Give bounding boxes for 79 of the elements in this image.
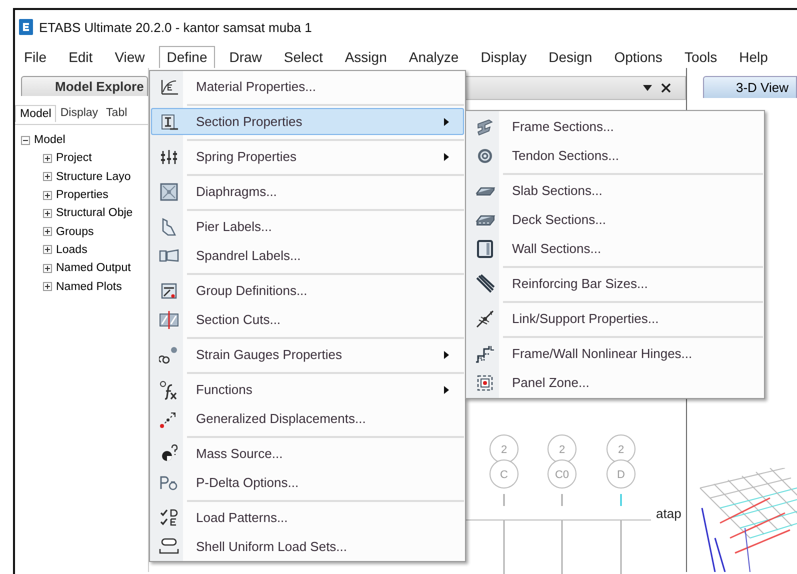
- menu-item[interactable]: Load Patterns...: [151, 503, 464, 532]
- tree-item[interactable]: Model: [34, 134, 66, 146]
- menu-item[interactable]: Edit: [60, 46, 101, 68]
- checklist-icon: [158, 508, 178, 528]
- menu-item[interactable]: Options: [606, 46, 670, 68]
- tree-item[interactable]: Structure Layo: [56, 170, 131, 183]
- group-icon: [158, 280, 178, 300]
- expand-icon[interactable]: [43, 154, 52, 163]
- tree-item[interactable]: Loads: [56, 244, 88, 256]
- expand-icon[interactable]: [43, 172, 52, 182]
- menu-item[interactable]: Diaphragms...: [151, 177, 464, 206]
- menu-item[interactable]: Reinforcing Bar Sizes...: [467, 269, 763, 298]
- tab[interactable]: Tabl: [102, 105, 132, 121]
- menu-item[interactable]: Link/Support Properties...: [467, 304, 763, 333]
- menu-item[interactable]: Define: [158, 46, 216, 68]
- close-icon[interactable]: [661, 83, 671, 93]
- beam-icon: [474, 116, 494, 136]
- menu-item[interactable]: Wall Sections...: [467, 234, 763, 263]
- expand-icon[interactable]: [43, 208, 52, 218]
- level-label: atap: [656, 506, 682, 521]
- diaphragm-icon: [158, 182, 178, 202]
- tree-item[interactable]: Named Plots: [56, 280, 122, 293]
- beam-section-icon: [158, 112, 178, 132]
- app-logo-icon: [19, 19, 33, 35]
- menu-item[interactable]: Assign: [336, 46, 395, 68]
- menu-item[interactable]: Section Properties: [151, 108, 464, 135]
- window-title: ETABS Ultimate 20.2.0 - kantor samsat muba 1: [39, 20, 312, 34]
- expand-icon[interactable]: [43, 282, 52, 292]
- panel-tab[interactable]: Model Explore: [21, 76, 148, 96]
- expand-icon[interactable]: [43, 227, 52, 236]
- menu-item[interactable]: Section Cuts...: [151, 305, 464, 334]
- menu-item[interactable]: Display: [472, 46, 535, 68]
- tab[interactable]: Model: [15, 104, 56, 122]
- menu-item[interactable]: Tendon Sections...: [467, 141, 763, 170]
- menu-item[interactable]: Slab Sections...: [467, 176, 763, 205]
- menu-item[interactable]: Tools: [676, 46, 726, 68]
- tree-item[interactable]: Project: [56, 152, 92, 164]
- menu-item[interactable]: View: [106, 46, 153, 68]
- menu-item[interactable]: Select: [276, 46, 331, 68]
- dropdown-icon[interactable]: [643, 85, 652, 91]
- menu-item[interactable]: Draw: [221, 46, 270, 68]
- menu-item[interactable]: Panel Zone...: [467, 368, 763, 397]
- menu-item[interactable]: Group Definitions...: [151, 276, 464, 305]
- menu-item[interactable]: Functions: [151, 375, 464, 404]
- menu-item[interactable]: Pier Labels...: [151, 212, 464, 241]
- link-icon: [474, 308, 494, 328]
- tree-item[interactable]: Structural Obje: [56, 207, 133, 220]
- tree-item[interactable]: Groups: [56, 226, 94, 238]
- menu-item[interactable]: Spandrel Labels...: [151, 241, 464, 270]
- menu-item[interactable]: Frame/Wall Nonlinear Hinges...: [467, 339, 763, 368]
- expand-icon[interactable]: [43, 264, 52, 273]
- rebar-icon: [474, 274, 494, 294]
- function-icon: [158, 380, 178, 400]
- menu-item[interactable]: Help: [731, 46, 776, 68]
- menu-item[interactable]: Generalized Displacements...: [151, 404, 464, 433]
- menu-item[interactable]: Frame Sections...: [467, 112, 763, 141]
- hinge-icon: [474, 344, 494, 364]
- menu-item[interactable]: Shell Uniform Load Sets...: [151, 532, 464, 561]
- wall-icon: [474, 238, 494, 258]
- menu-item[interactable]: Analyze: [400, 46, 467, 68]
- menu-item[interactable]: Strain Gauges Properties: [151, 340, 464, 369]
- tree-item[interactable]: Named Output: [56, 262, 131, 274]
- menu-item[interactable]: P-Delta Options...: [151, 468, 464, 497]
- menu-item[interactable]: Mass Source...: [151, 439, 464, 468]
- expand-icon[interactable]: [43, 190, 52, 200]
- menu-item[interactable]: Deck Sections...: [467, 205, 763, 234]
- load-set-icon: [158, 536, 178, 556]
- gauge-icon: [158, 344, 178, 364]
- menu-item[interactable]: Spring Properties: [151, 142, 464, 171]
- tab[interactable]: Display: [56, 105, 102, 121]
- panel-zone-icon: [474, 372, 494, 392]
- menu-item[interactable]: Design: [540, 46, 600, 68]
- collapse-icon[interactable]: [21, 136, 30, 145]
- tree-item[interactable]: Properties: [56, 189, 108, 202]
- menu-item[interactable]: Material Properties...: [151, 72, 464, 101]
- section-cut-icon: [158, 310, 178, 330]
- menu-item[interactable]: File: [16, 46, 55, 68]
- expand-icon[interactable]: [43, 245, 52, 254]
- tab[interactable]: 3-D View: [703, 76, 797, 98]
